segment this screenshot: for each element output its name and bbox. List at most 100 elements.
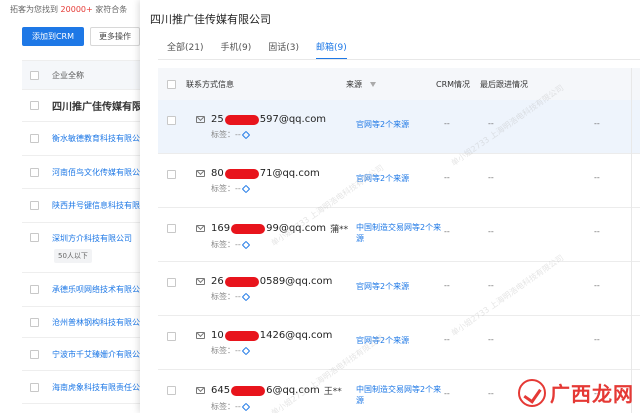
email-suffix[interactable]: 6@qq.com: [266, 385, 320, 396]
company-row[interactable]: 衡水敏德教育科技有限公: [22, 122, 140, 156]
redaction-mark: [231, 223, 266, 234]
email-prefix: 80: [211, 168, 224, 179]
source-link[interactable]: 官网等2个来源: [356, 335, 444, 346]
tag-edit-icon[interactable]: [241, 346, 251, 355]
contact-info: 645 6@qq.com 王** 标签：--: [196, 384, 342, 412]
select-all-checkbox[interactable]: [30, 70, 39, 80]
select-all-contacts-checkbox[interactable]: [167, 79, 176, 89]
row-checkbox[interactable]: [30, 233, 39, 242]
row-checkbox[interactable]: [167, 332, 176, 341]
company-size-tag: 50人以下: [54, 249, 92, 263]
email-owner: 蒲**: [330, 225, 349, 235]
company-row[interactable]: 宁波市千艾臻姗介有限公: [22, 338, 140, 371]
tab-0[interactable]: 全部(21): [167, 40, 203, 60]
row-checkbox[interactable]: [30, 382, 39, 392]
source-link[interactable]: 中国制造交易网等2个来源: [356, 384, 444, 406]
tag-line: 标签：--: [211, 129, 330, 140]
email-suffix[interactable]: 597@qq.com: [260, 114, 326, 125]
tag-edit-icon[interactable]: [241, 240, 251, 249]
row-checkbox[interactable]: [30, 317, 39, 327]
tab-2[interactable]: 固话(3): [268, 40, 299, 60]
row-checkbox[interactable]: [167, 386, 176, 395]
mail-icon: [196, 387, 205, 394]
company-name[interactable]: 沧州普林钢构科技有限公: [52, 317, 140, 328]
contact-row[interactable]: 10 1426@qq.com 标签：-- 官网等2个来源 -- -- --: [158, 316, 640, 370]
tag-edit-icon[interactable]: [241, 130, 251, 139]
company-contact-drawer: 四川推广佳传媒有限公司 全部(21) 手机(9) 固话(3) 邮箱(9) 联系方式信息…: [140, 0, 640, 413]
site-logo: 广西龙网: [518, 378, 634, 407]
row-checkbox[interactable]: [30, 167, 39, 177]
crm-status: --: [444, 389, 450, 398]
tab-1[interactable]: 手机(9): [220, 40, 251, 60]
company-name[interactable]: 河南佰鸟文化传媒有限公: [52, 167, 140, 178]
crm-status: --: [444, 173, 450, 182]
contact-type-tabs: 全部(21) 手机(9) 固话(3) 邮箱(9): [167, 40, 364, 60]
column-source[interactable]: 来源: [346, 79, 436, 90]
last-follow: --: [488, 389, 494, 398]
row-checkbox[interactable]: [30, 101, 39, 110]
email-prefix: 169: [211, 223, 231, 234]
company-name[interactable]: 海南虎象科技有限责任公: [52, 382, 140, 393]
source-link[interactable]: 官网等2个来源: [356, 281, 444, 292]
row-checkbox[interactable]: [167, 116, 176, 125]
last-follow: --: [488, 119, 494, 128]
crm-status: --: [444, 119, 450, 128]
contact-info: 169 99@qq.com 蒲** 标签：--: [196, 222, 348, 250]
tag-edit-icon[interactable]: [241, 402, 251, 411]
email-suffix[interactable]: 71@qq.com: [260, 168, 320, 179]
source-link[interactable]: 官网等2个来源: [356, 173, 444, 184]
company-row[interactable]: 河南佰鸟文化传媒有限公: [22, 156, 140, 189]
row-checkbox[interactable]: [167, 170, 176, 179]
email-prefix: 10: [211, 330, 224, 341]
contact-row[interactable]: 169 99@qq.com 蒲** 标签：-- 中国制造交易网等2个来源 -- -- --: [158, 208, 640, 262]
company-row[interactable]: 深圳方介科技有限公司 50人以下: [22, 223, 140, 273]
company-name[interactable]: 宁波市千艾臻姗介有限公: [52, 349, 140, 360]
company-row[interactable]: 海南虎象科技有限责任公: [22, 371, 140, 404]
row-checkbox[interactable]: [30, 285, 39, 294]
email-line: 169 99@qq.com 蒲**: [196, 222, 348, 235]
tag-edit-icon[interactable]: [241, 184, 251, 193]
more-actions-button[interactable]: 更多操作: [90, 27, 140, 46]
redaction-mark: [224, 168, 259, 179]
email-owner: 王**: [323, 387, 342, 397]
company-name[interactable]: 深圳方介科技有限公司: [52, 233, 132, 244]
email-line: 80 71@qq.com: [196, 168, 324, 179]
tag-label: 标签：--: [211, 130, 241, 139]
tag-label: 标签：--: [211, 292, 241, 301]
row-checkbox[interactable]: [167, 224, 176, 233]
source-link[interactable]: 官网等2个来源: [356, 119, 444, 130]
company-name[interactable]: 陕西井号键信息科技有限公: [52, 200, 140, 211]
company-row[interactable]: 沧州普林钢构科技有限公: [22, 307, 140, 338]
company-name[interactable]: 衡水敏德教育科技有限公: [52, 133, 140, 144]
company-table-header: 企业全称: [22, 60, 140, 90]
redaction-mark: [231, 385, 266, 396]
company-name[interactable]: 四川推广佳传媒有限: [52, 98, 140, 113]
email-suffix[interactable]: 0589@qq.com: [260, 276, 333, 287]
tag-line: 标签：--: [211, 183, 324, 194]
mail-icon: [196, 332, 205, 339]
contact-row[interactable]: 80 71@qq.com 标签：-- 官网等2个来源 -- -- --: [158, 154, 640, 208]
company-row[interactable]: 四川推广佳传媒有限: [22, 90, 140, 122]
company-row[interactable]: 陕西井号键信息科技有限公: [22, 189, 140, 223]
email-suffix[interactable]: 99@qq.com: [266, 223, 326, 234]
add-to-crm-button[interactable]: 添加到CRM: [22, 27, 84, 46]
row-checkbox[interactable]: [30, 134, 39, 143]
redaction-mark: [224, 330, 259, 341]
tab-3[interactable]: 邮箱(9): [315, 40, 347, 60]
email-suffix[interactable]: 1426@qq.com: [260, 330, 333, 341]
contact-row[interactable]: 26 0589@qq.com 标签：-- 官网等2个来源 -- -- --: [158, 262, 640, 316]
company-row[interactable]: 承德乐呗网络技术有限公: [22, 273, 140, 307]
contact-row[interactable]: 25 597@qq.com 标签：-- 官网等2个来源 -- -- --: [158, 100, 640, 154]
contact-rows: 25 597@qq.com 标签：-- 官网等2个来源 -- -- -- 80 71@qq.co…: [158, 100, 640, 413]
tag-line: 标签：--: [211, 401, 342, 412]
mail-icon: [196, 116, 205, 123]
filter-icon[interactable]: [370, 81, 376, 87]
row-checkbox[interactable]: [30, 349, 39, 359]
row-checkbox[interactable]: [167, 278, 176, 287]
row-checkbox[interactable]: [30, 201, 39, 210]
company-name[interactable]: 承德乐呗网络技术有限公: [52, 284, 140, 295]
tag-edit-icon[interactable]: [241, 292, 251, 301]
source-link[interactable]: 中国制造交易网等2个来源: [356, 222, 444, 244]
tag-line: 标签：--: [211, 239, 348, 250]
column-crm: CRM情况: [436, 79, 471, 89]
